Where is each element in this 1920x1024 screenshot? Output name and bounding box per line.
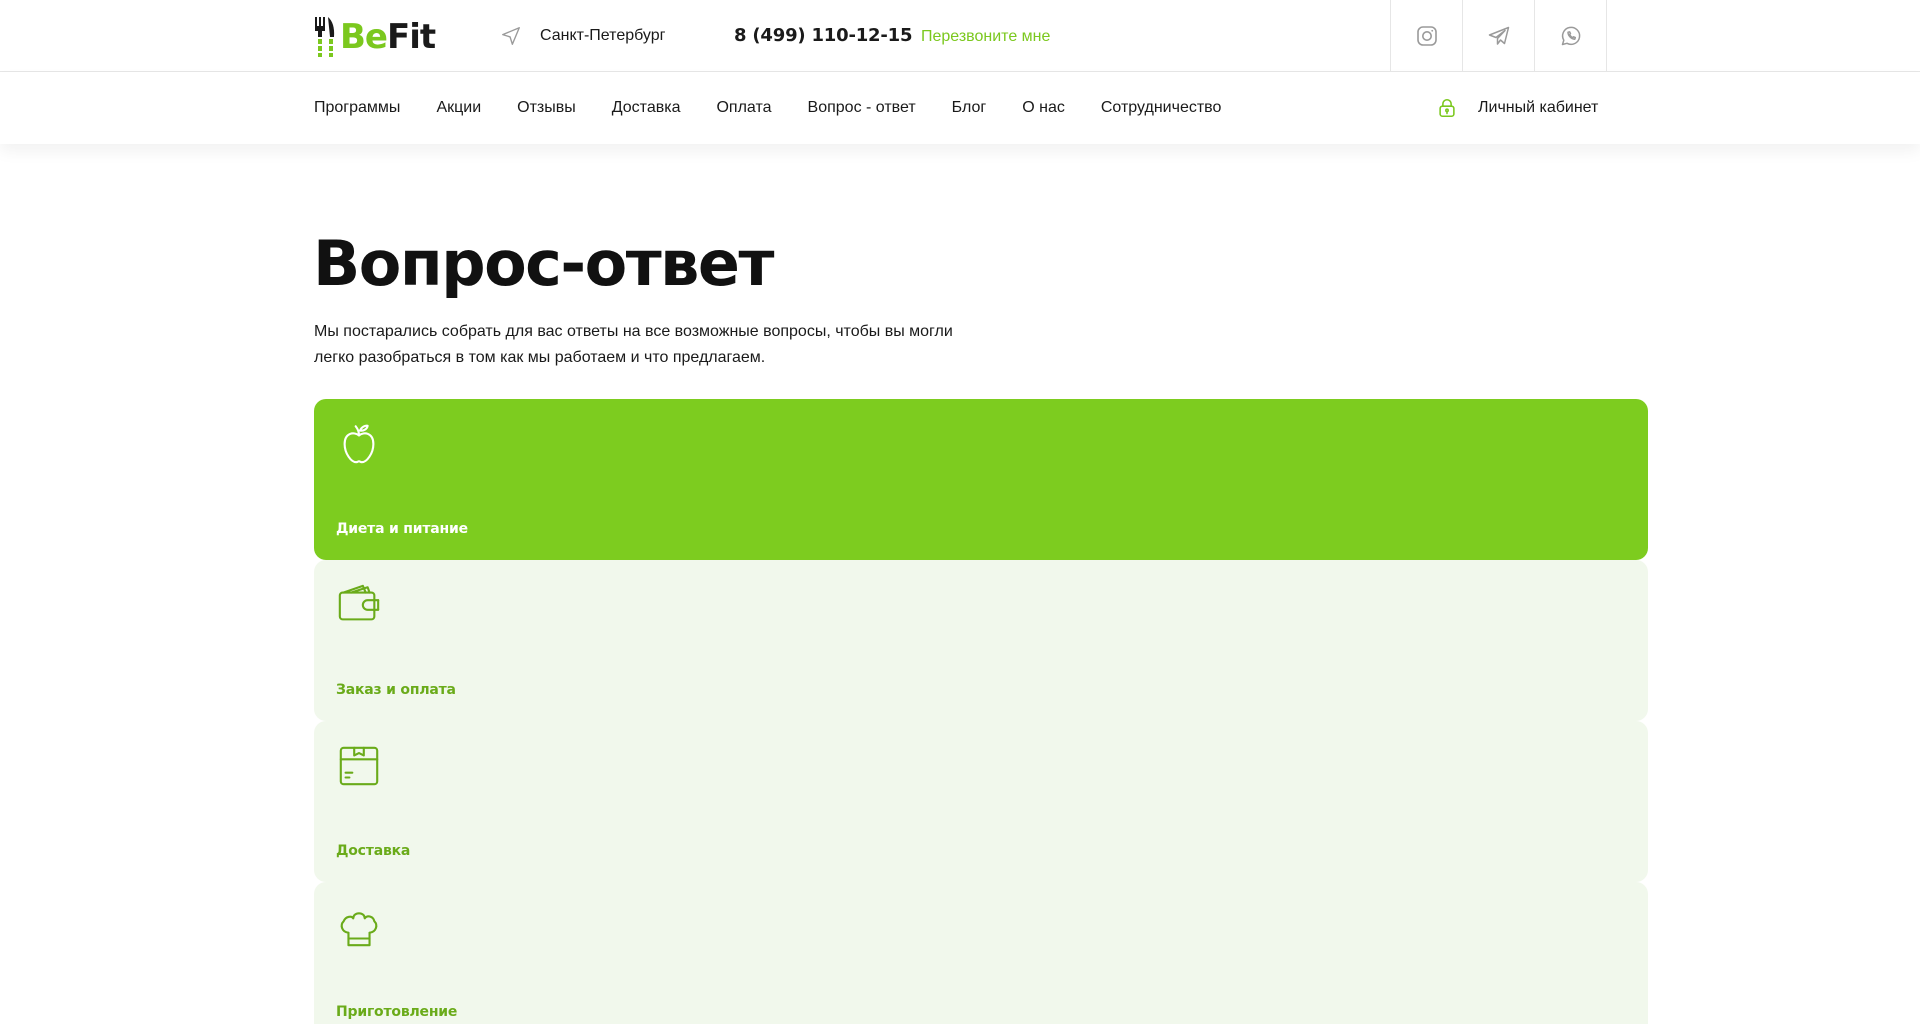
box-icon — [339, 746, 379, 786]
page-title: Вопрос-ответ — [313, 227, 774, 300]
top-bar: BeFit Санкт-Петербург 8 (499) 110-12-15 … — [0, 0, 1920, 72]
nav-item-payment[interactable]: Оплата — [716, 99, 771, 116]
instagram-icon — [1416, 26, 1437, 46]
logo-text-be: Be — [340, 17, 388, 57]
city-label: Санкт-Петербург — [540, 27, 666, 44]
personal-account-link[interactable]: Личный кабинет — [1436, 96, 1598, 120]
nav-item-partnership[interactable]: Сотрудничество — [1101, 99, 1222, 116]
logo[interactable]: BeFit — [314, 16, 438, 58]
wallet-icon — [338, 584, 380, 621]
nav-item: Оплата — [716, 99, 771, 117]
faq-category-label: Доставка — [336, 843, 411, 859]
location-arrow-icon — [502, 27, 520, 45]
faq-category-label: Приготовление — [336, 1004, 458, 1020]
logo-text-fit: Fit — [386, 17, 436, 57]
nav-item-blog[interactable]: Блог — [952, 99, 987, 116]
nav-item: Программы — [314, 99, 400, 117]
page-description: Мы постарались собрать для вас ответы на… — [314, 323, 953, 366]
social-whatsapp[interactable] — [1535, 0, 1607, 72]
nav-item-promotions[interactable]: Акции — [436, 99, 481, 116]
whatsapp-icon — [1561, 26, 1580, 46]
social-telegram[interactable] — [1463, 0, 1535, 72]
nav-item: Сотрудничество — [1101, 99, 1222, 117]
nav-item-reviews[interactable]: Отзывы — [517, 99, 576, 116]
nav-menu: Программы Акции Отзывы Доставка Оплата В… — [314, 72, 1257, 144]
faq-category-order-payment[interactable]: Заказ и оплата — [314, 560, 1648, 721]
chef-hat-icon — [340, 912, 378, 947]
logo-text: BeFit — [340, 16, 436, 58]
city-selector[interactable]: Санкт-Петербург — [500, 24, 665, 48]
social-instagram[interactable] — [1391, 0, 1463, 72]
nav-item: Отзывы — [517, 99, 576, 117]
apple-icon — [343, 424, 375, 464]
fork-knife-icon — [315, 17, 335, 57]
nav-item-about[interactable]: О нас — [1022, 99, 1065, 116]
faq-category-diet[interactable]: Диета и питание — [314, 399, 1648, 560]
nav-item: О нас — [1022, 99, 1065, 117]
lock-icon — [1439, 98, 1455, 118]
faq-category-label: Диета и питание — [336, 521, 468, 537]
faq-category-label: Заказ и оплата — [336, 682, 456, 698]
telegram-icon — [1488, 26, 1509, 45]
faq-categories: Диета и питание Заказ и оплата Доставка … — [314, 399, 1648, 1024]
callback-link[interactable]: Перезвоните мне — [921, 26, 1050, 48]
nav-item: Блог — [952, 99, 987, 117]
nav-item-programs[interactable]: Программы — [314, 99, 400, 116]
nav-item: Доставка — [612, 99, 681, 117]
main-navigation: Программы Акции Отзывы Доставка Оплата В… — [0, 72, 1920, 144]
personal-account-label: Личный кабинет — [1478, 99, 1599, 116]
nav-item: Акции — [436, 99, 481, 117]
faq-category-delivery[interactable]: Доставка — [314, 721, 1648, 882]
nav-item-faq[interactable]: Вопрос - ответ — [808, 99, 916, 116]
social-links — [1390, 0, 1607, 72]
nav-item: Вопрос - ответ — [808, 99, 916, 117]
nav-item-delivery[interactable]: Доставка — [612, 99, 681, 116]
faq-category-cooking[interactable]: Приготовление — [314, 882, 1648, 1024]
phone-link[interactable]: 8 (499) 110-12-15 — [734, 24, 912, 48]
